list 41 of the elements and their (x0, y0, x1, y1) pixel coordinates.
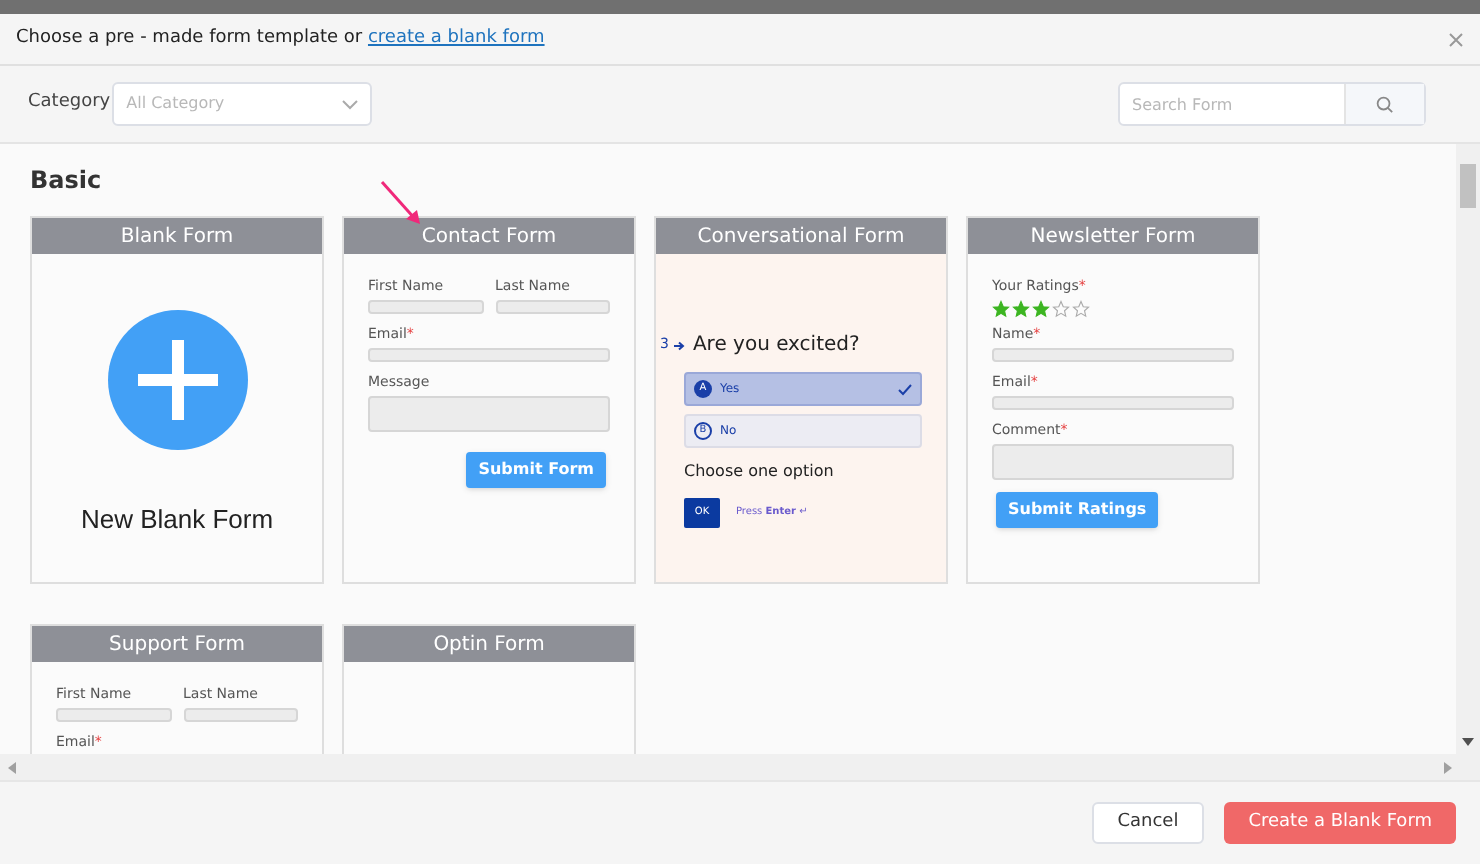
question-text: Are you excited? (692, 332, 860, 360)
check-icon (898, 383, 912, 395)
scroll-down-icon[interactable] (1462, 738, 1474, 746)
chevron-down-icon (342, 99, 359, 109)
horizontal-scrollbar[interactable] (0, 754, 1480, 780)
pointer-arrow-drawing (380, 180, 424, 228)
input-field-preview (183, 708, 298, 722)
input-field-preview (368, 300, 483, 314)
scrollbar-thumb[interactable] (1460, 164, 1476, 208)
search-field[interactable]: Search Form (1118, 82, 1426, 126)
section-heading: Basic (30, 164, 104, 194)
scroll-left-icon[interactable] (8, 761, 16, 773)
new-blank-form-label: New Blank Form (80, 502, 274, 538)
template-card-header: Contact Form (344, 218, 634, 254)
cancel-button[interactable]: Cancel (1091, 802, 1205, 844)
template-card-header: Conversational Form (656, 218, 946, 254)
template-card-header: Blank Form (32, 218, 322, 254)
plus-circle-icon (107, 310, 247, 450)
input-field-preview (495, 300, 610, 314)
star-icon (1072, 300, 1090, 318)
close-icon[interactable] (1448, 31, 1464, 47)
star-icon (1052, 300, 1070, 318)
category-label: Category (28, 90, 111, 117)
arrow-right-icon (674, 339, 687, 351)
submit-button-preview: Submit Form (466, 452, 606, 488)
template-card-header: Optin Form (344, 626, 634, 662)
scroll-right-icon[interactable] (1444, 761, 1452, 773)
star-icon (992, 300, 1010, 318)
create-blank-form-link[interactable]: create a blank form (367, 27, 545, 48)
vertical-scrollbar[interactable] (1456, 144, 1480, 754)
input-field-preview (56, 708, 171, 722)
template-card-header: Newsletter Form (968, 218, 1258, 254)
search-icon[interactable] (1376, 95, 1394, 113)
hint-text: Choose one option (684, 460, 836, 484)
search-input[interactable]: Search Form (1120, 84, 1344, 124)
star-icon (1012, 300, 1030, 318)
star-icon (1032, 300, 1050, 318)
template-card[interactable]: Blank Form New Blank Form (30, 216, 324, 584)
template-card-header: Support Form (32, 626, 322, 662)
submit-button-preview: Submit Ratings (996, 492, 1159, 528)
dialog-title: Choose a pre - made form template or create a blank form (16, 25, 545, 52)
